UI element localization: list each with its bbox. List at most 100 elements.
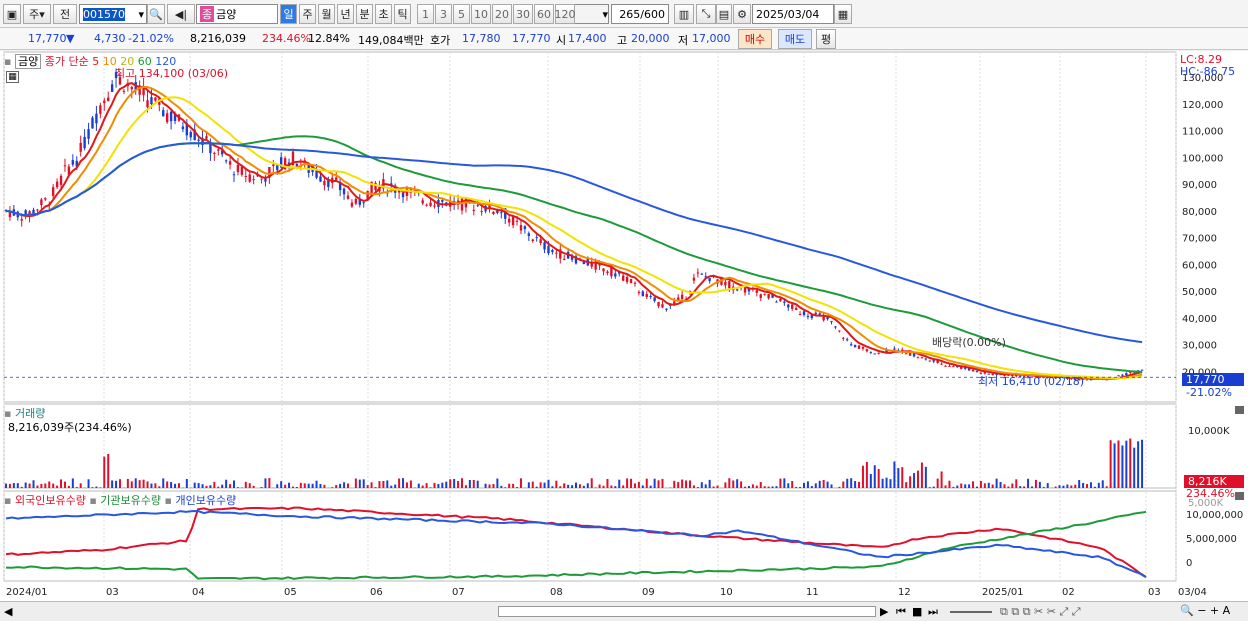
forward-icon[interactable]: ⏭ <box>928 605 938 619</box>
save-icon[interactable]: ▤ <box>716 4 732 24</box>
volume-bar <box>956 485 959 488</box>
chart-canvas[interactable]: 130,000120,000110,000100,00090,00080,000… <box>0 51 1248 621</box>
volume-bar <box>964 484 967 488</box>
candle-body <box>110 84 114 92</box>
table-icon[interactable]: ▦ <box>6 71 19 83</box>
candle-body <box>1140 369 1144 371</box>
search-icon[interactable]: 🔍 <box>147 4 165 24</box>
scroll-right-icon[interactable]: ▶ <box>880 605 888 618</box>
interval-button[interactable]: 20 <box>492 4 512 24</box>
candle-body <box>472 209 475 211</box>
stock-code-input[interactable]: 001570 ▾ <box>79 4 147 24</box>
min-price-label: 최저 16,410 (02/18) <box>978 375 1085 388</box>
volume-bar <box>315 480 318 488</box>
volume-bar <box>704 484 707 488</box>
tab-3[interactable]: 년 <box>337 4 354 24</box>
volume-bar <box>354 478 357 488</box>
candle-body <box>150 97 153 105</box>
candle-body <box>818 313 821 315</box>
interval-button[interactable]: 60 <box>534 4 554 24</box>
chart-area[interactable]: 130,000 120,000 110,000 100,000 90,000 80,000… <box>0 51 1248 621</box>
interval-button[interactable]: 30 <box>513 4 533 24</box>
chart-type-icon[interactable]: ▥ <box>674 4 694 24</box>
calendar-icon[interactable]: ▦ <box>834 4 852 24</box>
candle-body <box>154 97 157 101</box>
interval-button[interactable]: 5 <box>453 4 470 24</box>
close-pane-icon[interactable] <box>1235 406 1244 414</box>
volume-bar <box>1089 482 1092 488</box>
window-menu-icon[interactable]: ▣ <box>3 4 21 24</box>
volume-bar <box>429 487 432 488</box>
x-axis-label: 02 <box>1062 587 1075 598</box>
tool-icons[interactable]: ⧉ ⧉ ⧉ ✂ ✂ ⤢ ⤢ <box>1000 605 1081 619</box>
count-input[interactable]: 265/600 <box>611 4 669 24</box>
interval-button[interactable]: 10 <box>471 4 491 24</box>
sell-button[interactable]: 매도 <box>778 29 812 49</box>
interval-input[interactable]: ▾ <box>571 4 609 24</box>
volume-bar <box>614 486 617 488</box>
volume-bar <box>468 480 471 488</box>
candle-body <box>637 291 641 293</box>
candle-body <box>873 353 876 355</box>
volume-bar <box>759 482 762 488</box>
candle-body <box>610 267 613 277</box>
eval-button[interactable]: 평 <box>816 29 836 49</box>
close-pane-icon[interactable] <box>1235 492 1244 500</box>
candle-body <box>205 136 208 139</box>
candle-body <box>59 175 63 185</box>
candle-body <box>543 242 546 250</box>
volume-bar <box>409 480 412 488</box>
volume-bar <box>567 484 570 488</box>
volume-bar <box>940 471 943 488</box>
candle-body <box>971 369 975 372</box>
bottom-scrollbar[interactable]: ◀ ▶ ⏮ ■ ⏭ ⧉ ⧉ ⧉ ✂ ✂ ⤢ ⤢ 🔍 − + A <box>0 601 1248 621</box>
low-label: 저 <box>678 34 689 47</box>
volume-bar <box>637 481 640 488</box>
volume-bar <box>598 484 601 488</box>
holding-pane-legend: ▪ 외국인보유수량 ▪ 기관보유수량 ▪ 개인보유수량 <box>4 494 237 507</box>
draw-tool-icon[interactable]: ⤡ <box>696 4 716 24</box>
view-select-label: 전 <box>59 8 71 21</box>
candle-body <box>645 293 648 297</box>
tab-0[interactable]: 일 <box>280 4 297 24</box>
tab-5[interactable]: 초 <box>375 4 392 24</box>
tab-6[interactable]: 틱 <box>394 4 411 24</box>
volume-bar <box>311 483 314 488</box>
zoom-controls[interactable]: 🔍 − + A <box>1180 604 1230 617</box>
stock-name-input[interactable]: 종 금양 <box>196 4 278 24</box>
tab-2[interactable]: 월 <box>318 4 335 24</box>
volume-bar <box>744 486 747 488</box>
stop-icon[interactable]: ■ <box>912 605 922 618</box>
period-select[interactable]: 주 ▾ <box>23 4 51 24</box>
speaker-icon[interactable]: ◀| <box>167 4 195 24</box>
volume-bar <box>63 481 66 488</box>
volume-bar <box>755 485 758 488</box>
volume-bar <box>622 485 625 488</box>
view-select[interactable]: 전 <box>53 4 77 24</box>
tab-1[interactable]: 주 <box>299 4 316 24</box>
volume-bar <box>559 486 562 488</box>
interval-button[interactable]: 120 <box>555 4 576 24</box>
candle-body <box>535 237 538 239</box>
date-input[interactable]: 2025/03/04 <box>752 4 834 24</box>
candle-body <box>51 187 55 196</box>
zoom-slider[interactable] <box>950 611 992 613</box>
volume-bar <box>1003 484 1006 488</box>
volume-bar <box>177 483 180 488</box>
candle-body <box>924 358 928 360</box>
candle-body <box>511 215 515 226</box>
buy-button[interactable]: 매수 <box>738 29 772 49</box>
scroll-left-icon[interactable]: ◀ <box>4 605 12 618</box>
interval-button[interactable]: 3 <box>435 4 452 24</box>
gear-icon[interactable]: ⚙ <box>733 4 751 24</box>
interval-button[interactable]: 1 <box>417 4 434 24</box>
rewind-icon[interactable]: ⏮ <box>896 605 906 619</box>
legend-foreign: 외국인보유수량 <box>14 494 86 507</box>
candle-body <box>794 307 798 310</box>
scroll-thumb[interactable] <box>498 606 876 617</box>
candle-body <box>354 198 358 204</box>
tab-4[interactable]: 분 <box>356 4 373 24</box>
volume-bar <box>724 482 727 488</box>
foreign-holding-line <box>5 506 1147 578</box>
volume-bar <box>335 484 338 488</box>
